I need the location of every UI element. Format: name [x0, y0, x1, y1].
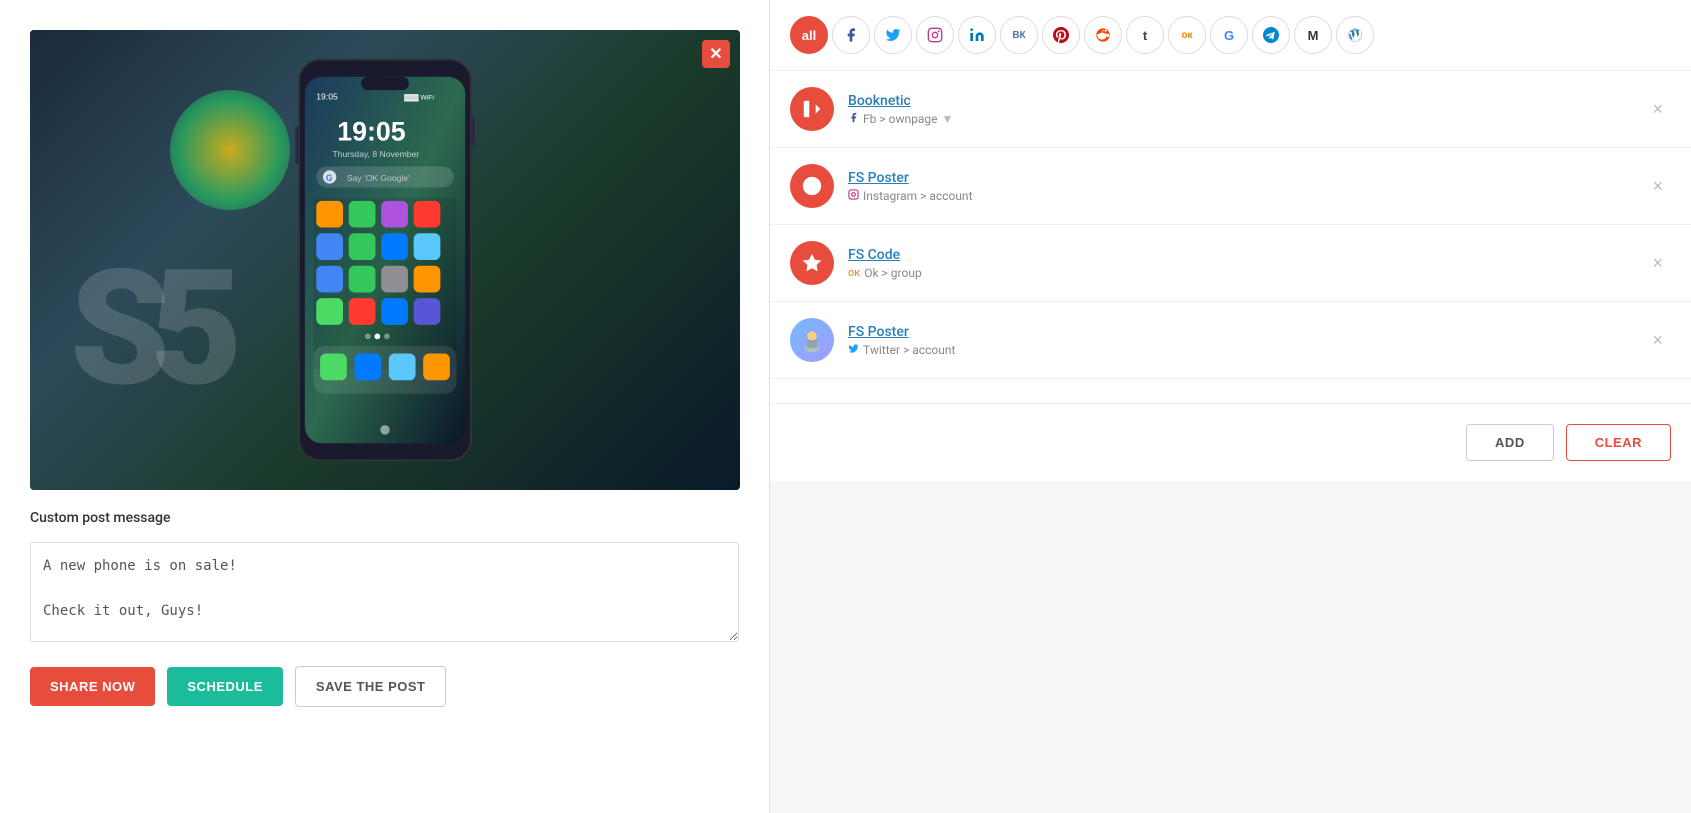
remove-fs-code-button[interactable]: ×: [1644, 250, 1671, 276]
account-name-fs-poster-tw[interactable]: FS Poster: [848, 324, 1630, 340]
account-info-fs-poster-tw: FS Poster Twitter > account: [848, 324, 1630, 357]
account-info-fs-poster-ig: FS Poster Instagram > account: [848, 170, 1630, 203]
tab-all[interactable]: all: [790, 16, 828, 54]
account-path-booknetic: Fb > ownpage ▼: [848, 112, 1630, 126]
tab-vk[interactable]: ВК: [1000, 16, 1038, 54]
account-avatar-booknetic: [790, 87, 834, 131]
account-item: FS Poster Twitter > account ×: [770, 302, 1691, 379]
account-name-fs-code[interactable]: FS Code: [848, 247, 1630, 263]
account-info-booknetic: Booknetic Fb > ownpage ▼: [848, 93, 1630, 126]
svg-text:▓▓▓ WiFi: ▓▓▓ WiFi: [404, 94, 434, 102]
custom-post-label: Custom post message: [30, 510, 739, 526]
phone-image-bg: S 5 19:05: [30, 30, 740, 490]
tab-medium[interactable]: M: [1294, 16, 1332, 54]
clear-button[interactable]: CLEAR: [1566, 424, 1671, 461]
tab-telegram[interactable]: [1252, 16, 1290, 54]
remove-fs-poster-ig-button[interactable]: ×: [1644, 173, 1671, 199]
ok-icon: ок: [848, 266, 860, 279]
account-item: FS Code ок Ok > group ×: [770, 225, 1691, 302]
svg-text:Thursday, 8 November: Thursday, 8 November: [333, 149, 420, 159]
account-info-fs-code: FS Code ок Ok > group: [848, 247, 1630, 280]
save-post-button[interactable]: SAVE THE POST: [295, 666, 447, 707]
tab-instagram[interactable]: [916, 16, 954, 54]
svg-text:Say 'OK Google': Say 'OK Google': [347, 173, 410, 183]
bg-letter-5: 5: [150, 250, 243, 410]
account-path-fs-poster-ig: Instagram > account: [848, 189, 1630, 203]
account-avatar-fs-poster-tw: [790, 318, 834, 362]
svg-text:G: G: [326, 173, 333, 184]
svg-text:19:05: 19:05: [316, 92, 338, 102]
account-name-fs-poster-ig[interactable]: FS Poster: [848, 170, 1630, 186]
account-list: Booknetic Fb > ownpage ▼ × FS Poster: [770, 71, 1691, 403]
remove-fs-poster-tw-button[interactable]: ×: [1644, 327, 1671, 353]
account-path-fs-code: ок Ok > group: [848, 266, 1630, 280]
filter-icon: ▼: [941, 112, 953, 126]
remove-booknetic-button[interactable]: ×: [1644, 96, 1671, 122]
tab-facebook[interactable]: [832, 16, 870, 54]
tab-ok[interactable]: ок: [1168, 16, 1206, 54]
account-item: FS Poster Instagram > account ×: [770, 148, 1691, 225]
tab-pinterest[interactable]: [1042, 16, 1080, 54]
instagram-icon: [848, 189, 859, 203]
twitter-icon: [848, 343, 859, 357]
account-path-fs-poster-tw: Twitter > account: [848, 343, 1630, 357]
share-now-button[interactable]: SHARE NOW: [30, 667, 155, 706]
account-item: Booknetic Fb > ownpage ▼ ×: [770, 71, 1691, 148]
tab-tumblr[interactable]: t: [1126, 16, 1164, 54]
left-panel: S 5 19:05: [0, 0, 770, 813]
account-avatar-fs-poster-ig: [790, 164, 834, 208]
tab-wordpress[interactable]: [1336, 16, 1374, 54]
network-tabs: all ВК t ок G M: [770, 0, 1691, 71]
svg-text:19:05: 19:05: [337, 117, 405, 147]
tab-linkedin[interactable]: [958, 16, 996, 54]
account-name-booknetic[interactable]: Booknetic: [848, 93, 1630, 109]
bg-decoration-circle: [170, 90, 290, 210]
tab-google[interactable]: G: [1210, 16, 1248, 54]
tab-reddit[interactable]: [1084, 16, 1122, 54]
close-image-button[interactable]: ✕: [702, 40, 730, 68]
account-avatar-fs-code: [790, 241, 834, 285]
phone-graphic: 19:05 ▓▓▓ WiFi 19:05 Thursday, 8 Novembe…: [275, 50, 495, 470]
bottom-gray-area: [770, 481, 1691, 813]
message-textarea[interactable]: A new phone is on sale! Check it out, Gu…: [30, 542, 739, 642]
fb-icon: [848, 112, 859, 126]
action-buttons: SHARE NOW SCHEDULE SAVE THE POST: [30, 666, 739, 707]
schedule-button[interactable]: SCHEDULE: [167, 667, 283, 706]
right-panel: all ВК t ок G M: [770, 0, 1691, 813]
tab-twitter[interactable]: [874, 16, 912, 54]
add-button[interactable]: ADD: [1466, 424, 1554, 461]
bottom-actions: ADD CLEAR: [770, 403, 1691, 481]
image-container: S 5 19:05: [30, 30, 740, 490]
